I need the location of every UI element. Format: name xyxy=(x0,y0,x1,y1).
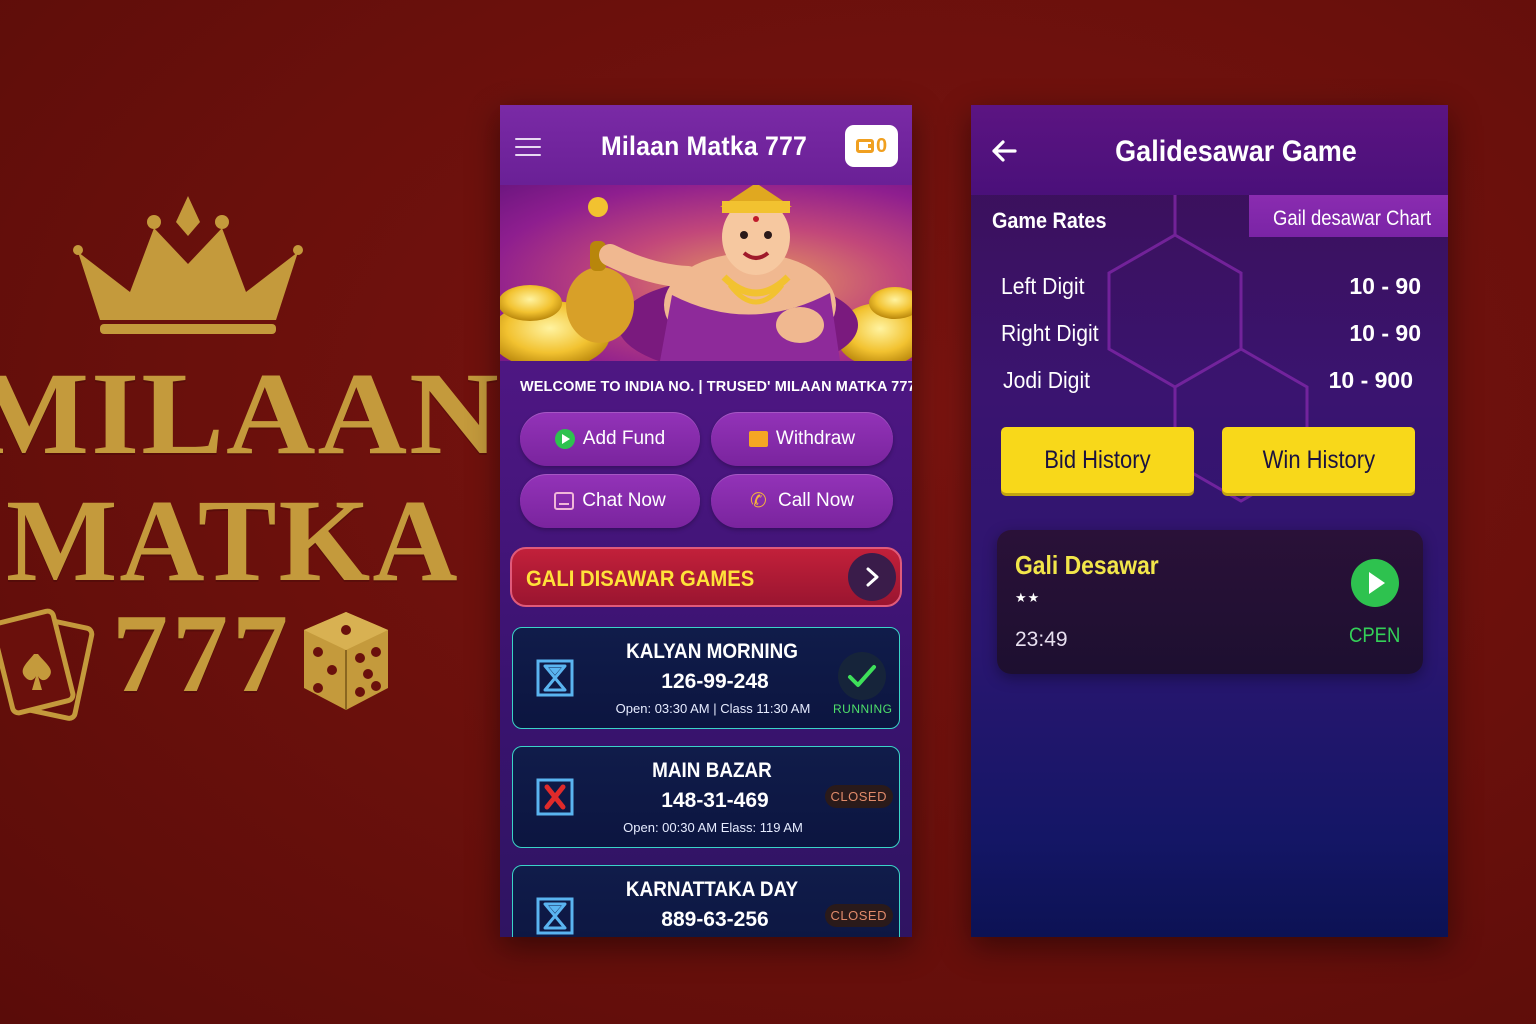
market-card[interactable]: MAIN BAZAR 148-31-469 Open: 00:30 AM Ela… xyxy=(512,746,900,848)
rate-value: 10 - 90 xyxy=(1349,273,1421,299)
crown-icon xyxy=(73,196,303,334)
screen-header: Galidesawar Game xyxy=(971,105,1448,195)
running-status: RUNNING xyxy=(833,652,893,716)
brand-text-line-1: MILAAN xyxy=(0,348,501,479)
playing-cards-icon xyxy=(0,608,95,721)
status-badge: RUNNING xyxy=(833,702,893,716)
call-now-label: Call Now xyxy=(777,490,855,511)
game-rates-heading: Game Rates xyxy=(992,208,1107,233)
withdraw-button[interactable]: Withdraw xyxy=(711,412,893,466)
rate-label: Jodi Digit xyxy=(1003,367,1091,393)
chat-icon xyxy=(554,492,575,510)
chevron-right-icon[interactable] xyxy=(848,553,896,601)
withdraw-icon xyxy=(748,431,768,447)
market-name: MAIN BAZAR xyxy=(652,759,772,782)
win-history-label: Win History xyxy=(1262,446,1375,474)
gali-disawar-games-label: GALI DISAWAR GAMES xyxy=(526,566,755,591)
game-stars: ★★ xyxy=(1015,590,1041,605)
market-name: KARNATTAKA DAY xyxy=(625,878,799,901)
home-screen: Milaan Matka 777 0 WELCOME TO INDIA NO. … xyxy=(500,105,912,937)
market-card[interactable]: KALYAN MORNING 126-99-248 Open: 03:30 AM… xyxy=(512,627,900,729)
wallet-balance: 0 xyxy=(875,135,888,157)
rate-label: Right Digit xyxy=(1001,320,1099,346)
game-time: 23:49 xyxy=(1015,628,1068,651)
galidesawar-screen: Galidesawar Game Game Rates Gail desawar… xyxy=(971,105,1448,937)
game-name: Gali Desawar xyxy=(1015,550,1159,580)
win-history-button[interactable]: Win History xyxy=(1222,427,1415,493)
add-fund-icon xyxy=(554,429,575,449)
status-badge: CLOSED xyxy=(824,904,893,927)
back-arrow-icon[interactable] xyxy=(991,138,1017,164)
hero-banner xyxy=(500,185,912,361)
brand-logo: MILAAN MATKA 777 xyxy=(0,0,499,1024)
screen-title: Galidesawar Game xyxy=(1115,135,1357,168)
app-title: Milaan Matka 777 xyxy=(601,131,807,161)
wallet-icon xyxy=(855,139,874,153)
welcome-marquee: WELCOME TO INDIA NO. | TRUSED' MILAAN MA… xyxy=(520,379,912,395)
brand-text-line-2: MATKA xyxy=(6,475,460,606)
bid-history-label: Bid History xyxy=(1044,446,1151,474)
play-icon[interactable] xyxy=(1351,559,1399,607)
add-fund-button[interactable]: Add Fund xyxy=(520,412,700,466)
call-now-button[interactable]: ✆ Call Now xyxy=(711,474,893,528)
gali-desawar-chart-tab[interactable]: Gail desawar Chart xyxy=(1249,195,1448,237)
bid-history-button[interactable]: Bid History xyxy=(1001,427,1194,493)
menu-icon[interactable] xyxy=(515,138,541,156)
market-card[interactable]: KARNATTAKA DAY 889-63-256 CLOSED xyxy=(512,865,900,937)
deity-illustration xyxy=(500,185,912,361)
chart-tab-label: Gail desawar Chart xyxy=(1273,207,1432,230)
rate-value: 10 - 900 xyxy=(1328,367,1413,393)
game-card[interactable]: Gali Desawar ★★ 23:49 CPEN xyxy=(997,530,1423,674)
chat-now-label: Chat Now xyxy=(582,490,666,511)
app-header: Milaan Matka 777 0 xyxy=(500,105,912,185)
gali-disawar-games-bar[interactable]: GALI DISAWAR GAMES xyxy=(510,547,902,607)
game-status: CPEN xyxy=(1349,624,1401,647)
brand-text-line-3: 777 xyxy=(112,592,292,716)
chat-now-button[interactable]: Chat Now xyxy=(520,474,700,528)
rate-label: Left Digit xyxy=(1001,273,1085,299)
check-icon xyxy=(838,652,886,700)
dice-icon xyxy=(304,612,388,710)
status-badge: CLOSED xyxy=(824,785,893,808)
wallet-button[interactable]: 0 xyxy=(845,125,898,167)
rate-value: 10 - 90 xyxy=(1349,320,1421,346)
add-fund-label: Add Fund xyxy=(582,428,666,449)
phone-icon: ✆ xyxy=(749,490,767,512)
market-timing: Open: 00:30 AM Elass: 119 AM xyxy=(623,820,803,835)
withdraw-label: Withdraw xyxy=(775,428,856,449)
